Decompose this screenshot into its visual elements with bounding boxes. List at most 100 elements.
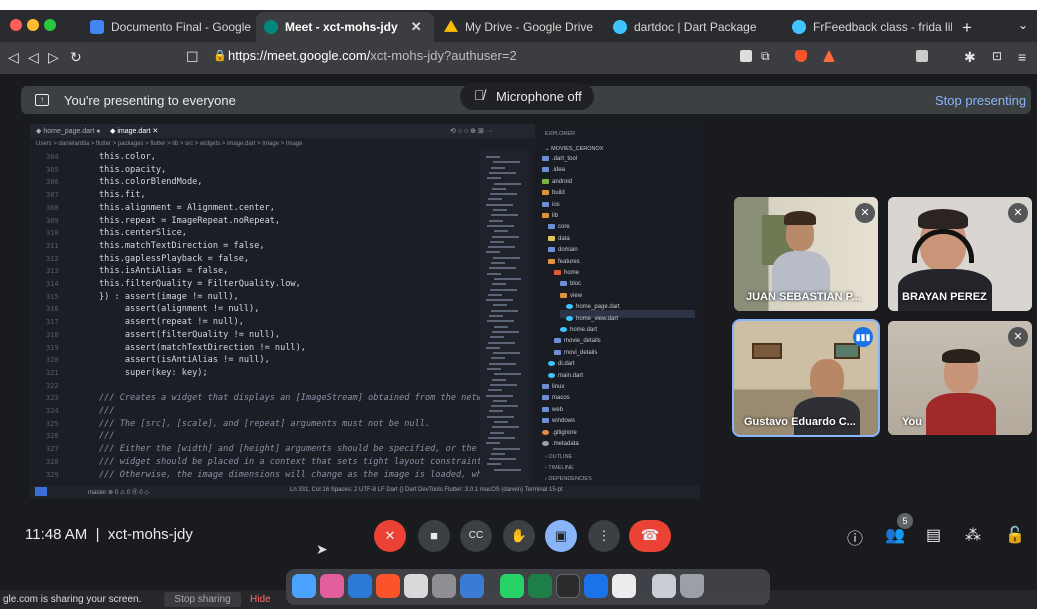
- participant-name: BRAYAN PEREZ: [902, 291, 987, 303]
- speaking-indicator-icon: ▮▮▮: [853, 327, 873, 347]
- reload-button[interactable]: ↻: [70, 49, 82, 66]
- editor-actions-icon[interactable]: ⟲ ○ ○ ⊕ ⊞ ···: [450, 127, 493, 135]
- timeline-section[interactable]: › TIMELINE: [545, 465, 574, 471]
- explorer-folder[interactable]: bloc: [560, 281, 581, 287]
- activities-icon[interactable]: ⁂: [965, 525, 981, 545]
- microphone-toggle-button[interactable]: ✕: [374, 520, 406, 552]
- tab-frfeedback[interactable]: FrFeedback class - frida library: [784, 12, 952, 42]
- chat-icon[interactable]: ▤: [926, 525, 941, 545]
- captions-button[interactable]: CC: [460, 520, 492, 552]
- terminal-icon[interactable]: [556, 574, 580, 598]
- stop-sharing-button[interactable]: Stop sharing: [164, 592, 241, 607]
- explorer-folder[interactable]: macos: [542, 395, 570, 401]
- dependencies-section[interactable]: › DEPENDENCIES: [545, 476, 592, 482]
- puzzle-extensions-icon[interactable]: ✱: [964, 49, 976, 66]
- textedit-icon[interactable]: [612, 574, 636, 598]
- explorer-file[interactable]: di.dart: [548, 361, 575, 367]
- explorer-project[interactable]: ⌄ MOVIES_CERONOX: [545, 146, 603, 152]
- code-line: assert(matchTextDirection != null),: [99, 342, 306, 353]
- explorer-file[interactable]: home.dart: [560, 327, 597, 333]
- camera-toggle-button[interactable]: ■: [418, 520, 450, 552]
- video-person-head: [810, 359, 844, 399]
- stop-presenting-button[interactable]: Stop presenting: [935, 93, 1026, 108]
- brave-shield-icon[interactable]: [795, 50, 807, 62]
- status-right[interactable]: Ln 331, Col 16 Spaces: 2 UTF-8 LF Dart {…: [290, 487, 563, 493]
- explorer-folder[interactable]: lib: [542, 213, 558, 219]
- sidebar-toggle-icon[interactable]: ◁: [8, 49, 19, 66]
- address-bar[interactable]: https://meet.google.com/xct-mohs-jdy?aut…: [228, 48, 517, 63]
- tab-google-drive[interactable]: My Drive - Google Drive: [436, 12, 602, 42]
- explorer-folder[interactable]: features: [548, 258, 580, 265]
- whatsapp-icon[interactable]: [500, 574, 524, 598]
- lock-icon: 🔒: [213, 50, 227, 62]
- android-studio-icon[interactable]: [460, 574, 484, 598]
- system-settings-icon[interactable]: [432, 574, 456, 598]
- explorer-folder[interactable]: movi_details: [554, 349, 597, 356]
- explorer-folder[interactable]: .idea: [542, 167, 565, 173]
- explorer-file[interactable]: .gitignore: [542, 429, 577, 436]
- leave-call-button[interactable]: ☎: [629, 520, 671, 552]
- explorer-folder[interactable]: movie_details: [554, 338, 601, 344]
- present-now-button[interactable]: ▣: [545, 520, 577, 552]
- explorer-file[interactable]: .metadata: [542, 441, 579, 447]
- tab-title: FrFeedback class - frida library: [813, 20, 952, 34]
- finder-icon[interactable]: [292, 574, 316, 598]
- editor-tab-image[interactable]: ◆ image.dart ✕: [110, 127, 158, 135]
- close-tab-icon[interactable]: ✕: [411, 19, 422, 35]
- file-icon: [566, 315, 573, 321]
- explorer-folder[interactable]: domain: [548, 247, 578, 253]
- participants-count-badge: 5: [897, 513, 913, 529]
- bookmark-icon[interactable]: ☐: [186, 49, 199, 66]
- preview-icon[interactable]: [652, 574, 676, 598]
- explorer-folder[interactable]: ios: [542, 201, 560, 208]
- close-window-button[interactable]: [10, 19, 22, 31]
- editor-breadcrumb: Users > danielardila > flutter > package…: [36, 141, 303, 147]
- explorer-folder[interactable]: core: [548, 224, 570, 230]
- camera-indicator-icon[interactable]: [740, 50, 752, 62]
- line-number: 325: [46, 419, 59, 428]
- tab-search-chevron-icon[interactable]: ⌄: [1018, 18, 1028, 32]
- host-controls-lock-icon[interactable]: 🔓: [1005, 525, 1025, 545]
- hide-button[interactable]: Hide: [250, 594, 271, 605]
- meeting-details-icon[interactable]: ⓘ: [847, 525, 863, 549]
- zoom-window-button[interactable]: [44, 19, 56, 31]
- tab-dartdoc[interactable]: dartdoc | Dart Package: [605, 12, 775, 42]
- sidebar-icon[interactable]: ⊡: [992, 49, 1002, 63]
- trash-icon[interactable]: [680, 574, 704, 598]
- back-button[interactable]: ◁: [28, 49, 39, 66]
- outlook-icon[interactable]: [584, 574, 608, 598]
- explorer-folder[interactable]: web: [542, 406, 563, 413]
- minimize-window-button[interactable]: [27, 19, 39, 31]
- explorer-folder[interactable]: data: [548, 235, 570, 242]
- explorer-folder[interactable]: home: [554, 270, 579, 276]
- brave-browser-icon[interactable]: [376, 574, 400, 598]
- explorer-folder[interactable]: .dart_tool: [542, 156, 577, 162]
- more-options-button[interactable]: ⋮: [588, 520, 620, 552]
- status-left[interactable]: master ⊗ 0 ⚠ 0 ⓪ 0 ◇: [88, 487, 149, 496]
- tab-google-docs[interactable]: Documento Final - Google Docs: [82, 12, 254, 42]
- excel-icon[interactable]: [528, 574, 552, 598]
- minimap-line: [488, 293, 502, 296]
- explorer-file[interactable]: main.dart: [548, 372, 583, 379]
- new-tab-button[interactable]: +: [962, 18, 972, 38]
- editor-tab-home-page[interactable]: ◆ home_page.dart ●: [36, 127, 101, 135]
- notion-icon[interactable]: [404, 574, 428, 598]
- forward-button[interactable]: ▷: [48, 49, 59, 66]
- explorer-file[interactable]: home_page.dart: [566, 304, 620, 310]
- vscode-icon[interactable]: [348, 574, 372, 598]
- menu-icon[interactable]: ≡: [1018, 49, 1026, 65]
- explorer-folder[interactable]: android: [542, 178, 572, 185]
- outline-section[interactable]: › OUTLINE: [545, 454, 572, 460]
- video-person-hair: [918, 209, 968, 229]
- share-icon[interactable]: ⧉: [761, 49, 770, 64]
- tab-meet[interactable]: Meet - xct-mohs-jdy ✕: [256, 12, 434, 42]
- explorer-file[interactable]: home_view.dart: [566, 315, 618, 322]
- explorer-folder[interactable]: linux: [542, 384, 564, 390]
- explorer-folder[interactable]: build: [542, 190, 565, 196]
- extension-icon[interactable]: [916, 50, 928, 62]
- explorer-folder[interactable]: windows: [542, 418, 575, 424]
- launchpad-icon[interactable]: [320, 574, 344, 598]
- remote-indicator-icon[interactable]: [35, 487, 47, 496]
- raise-hand-button[interactable]: ✋: [503, 520, 535, 552]
- explorer-folder[interactable]: view: [560, 292, 582, 299]
